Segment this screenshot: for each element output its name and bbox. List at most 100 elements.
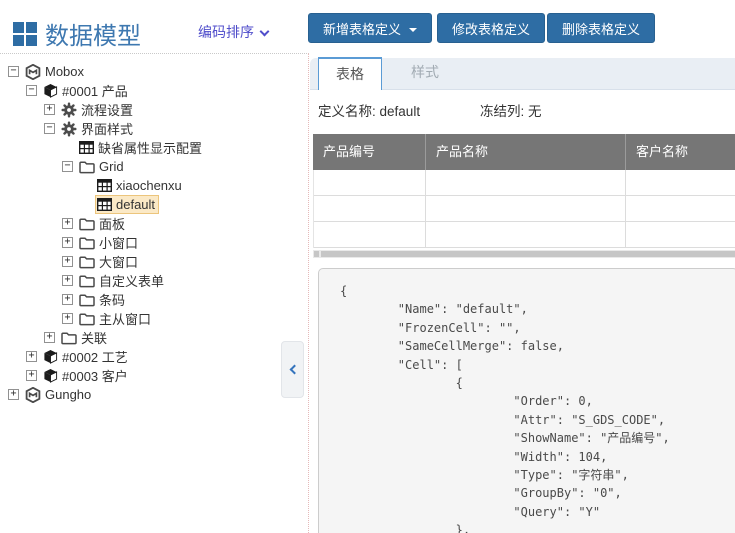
preview-table: 产品编号产品名称客户名称: [313, 134, 735, 248]
table-icon: [97, 179, 112, 192]
table-cell: [426, 196, 626, 221]
collapse-icon[interactable]: −: [26, 85, 37, 96]
table-header-row: 产品编号产品名称客户名称: [313, 134, 735, 170]
table-cell: [314, 196, 426, 221]
tree-node[interactable]: Gungho: [23, 385, 95, 405]
folder-icon: [79, 236, 95, 250]
caret-down-icon: [409, 28, 417, 32]
json-definition-code[interactable]: { "Name": "default", "FrozenCell": "", "…: [340, 282, 735, 533]
expand-icon[interactable]: +: [26, 370, 37, 381]
column-header[interactable]: 产品编号: [313, 134, 425, 170]
tree-item[interactable]: +流程设置: [0, 100, 308, 119]
tree-item[interactable]: default: [0, 195, 308, 214]
chevron-left-icon: [289, 365, 299, 375]
mobox-logo-icon: [25, 64, 41, 80]
cube-icon: [43, 368, 58, 383]
delete-table-definition-button[interactable]: 删除表格定义: [547, 13, 655, 43]
app-header: 数据模型 编码排序 新增表格定义 修改表格定义 删除表格定义: [0, 0, 735, 53]
expand-icon[interactable]: +: [62, 256, 73, 267]
tree-item[interactable]: +自定义表单: [0, 271, 308, 290]
app-window: 数据模型 编码排序 新增表格定义 修改表格定义 删除表格定义 −Mobox−#0…: [0, 0, 735, 533]
expand-icon[interactable]: +: [44, 104, 55, 115]
definition-info-row: 定义名称: default 冻结列: 无: [318, 100, 420, 120]
frozen-column-value: 无: [528, 104, 542, 119]
detail-panel: 表格 样式 定义名称: default 冻结列: 无 产品编号产品名称客户名称 …: [309, 53, 735, 533]
collapse-icon[interactable]: −: [62, 161, 73, 172]
collapse-icon[interactable]: −: [44, 123, 55, 134]
tree-item[interactable]: +#0003 客户: [0, 366, 308, 385]
tab-bar: 表格 样式: [310, 58, 735, 90]
tree-item[interactable]: +面板: [0, 214, 308, 233]
expand-icon[interactable]: +: [62, 294, 73, 305]
edit-table-definition-label: 修改表格定义: [452, 22, 530, 37]
tree-item[interactable]: +主从窗口: [0, 309, 308, 328]
tab-table[interactable]: 表格: [318, 57, 382, 90]
cube-icon: [43, 83, 58, 98]
table-icon: [79, 141, 94, 154]
tree-node[interactable]: xiaochenxu: [95, 176, 186, 195]
model-tree-panel: −Mobox−#0001 产品+流程设置−界面样式缺省属性显示配置−Gridxi…: [0, 53, 309, 533]
column-header[interactable]: 客户名称: [625, 134, 735, 170]
model-tree: −Mobox−#0001 产品+流程设置−界面样式缺省属性显示配置−Gridxi…: [0, 62, 308, 404]
folder-icon: [79, 312, 95, 326]
expand-icon[interactable]: +: [62, 237, 73, 248]
tree-item-label: Gungho: [45, 387, 91, 402]
tree-item-label: default: [116, 197, 155, 212]
expand-icon[interactable]: +: [62, 275, 73, 286]
json-definition-box[interactable]: { "Name": "default", "FrozenCell": "", "…: [318, 268, 735, 533]
table-cell: [314, 222, 426, 247]
folder-icon: [79, 255, 95, 269]
folder-icon: [79, 293, 95, 307]
add-table-definition-button[interactable]: 新增表格定义: [308, 13, 432, 43]
tree-node[interactable]: 缺省属性显示配置: [77, 136, 206, 159]
table-row[interactable]: [314, 196, 735, 222]
frozen-column-label: 冻结列:: [480, 104, 524, 119]
tree-node[interactable]: Grid: [77, 157, 128, 176]
tab-style[interactable]: 样式: [394, 57, 456, 89]
tree-item-label: Grid: [99, 159, 124, 174]
folder-icon: [79, 274, 95, 288]
table-row[interactable]: [314, 170, 735, 196]
table-cell: [626, 222, 735, 247]
sort-order-dropdown[interactable]: 编码排序: [198, 22, 268, 42]
mobox-logo-icon: [25, 387, 41, 403]
page-title: 数据模型: [45, 16, 141, 51]
scrollbar-thumb[interactable]: [321, 251, 735, 257]
expand-icon[interactable]: +: [62, 313, 73, 324]
table-cell: [626, 170, 735, 195]
tree-item[interactable]: + Gungho: [0, 385, 308, 404]
tree-item-label: xiaochenxu: [116, 178, 182, 193]
table-cell: [426, 170, 626, 195]
folder-icon: [79, 160, 95, 174]
table-row[interactable]: [314, 222, 735, 248]
delete-table-definition-label: 删除表格定义: [562, 22, 640, 37]
gear-icon: [61, 121, 77, 137]
tree-item-label: 缺省属性显示配置: [98, 138, 202, 157]
tree-item[interactable]: xiaochenxu: [0, 176, 308, 195]
column-header[interactable]: 产品名称: [425, 134, 625, 170]
edit-table-definition-button[interactable]: 修改表格定义: [437, 13, 545, 43]
tree-item[interactable]: −#0001 产品: [0, 81, 308, 100]
table-cell: [314, 170, 426, 195]
cube-icon: [43, 349, 58, 364]
table-body: [313, 170, 735, 248]
expand-icon[interactable]: +: [26, 351, 37, 362]
collapse-panel-button[interactable]: [281, 341, 304, 398]
definition-name-label: 定义名称:: [318, 104, 376, 119]
expand-icon[interactable]: +: [44, 332, 55, 343]
table-cell: [426, 222, 626, 247]
expand-icon[interactable]: +: [8, 389, 19, 400]
tree-item[interactable]: 缺省属性显示配置: [0, 138, 308, 157]
tree-item-label: Mobox: [45, 64, 84, 79]
horizontal-scrollbar[interactable]: [313, 250, 735, 258]
collapse-icon[interactable]: −: [8, 66, 19, 77]
table-icon: [97, 198, 112, 211]
add-table-definition-label: 新增表格定义: [323, 22, 401, 37]
expand-icon[interactable]: +: [62, 218, 73, 229]
folder-icon: [79, 217, 95, 231]
folder-icon: [61, 331, 77, 345]
scrollbar-nub[interactable]: [314, 251, 319, 257]
tree-item[interactable]: − Grid: [0, 157, 308, 176]
tree-item[interactable]: +小窗口: [0, 233, 308, 252]
app-logo-icon: [13, 22, 37, 46]
